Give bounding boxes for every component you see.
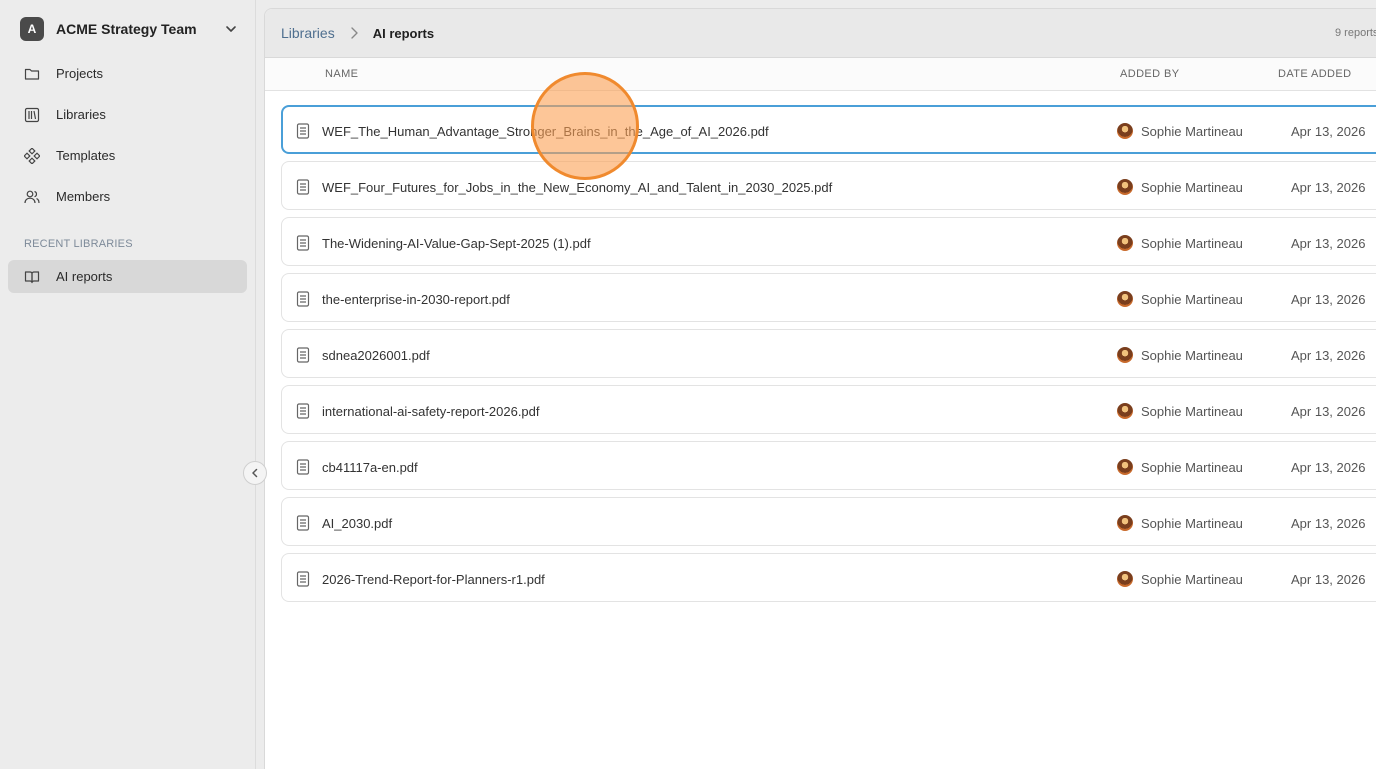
- recent-libraries-heading: RECENT LIBRARIES: [24, 238, 133, 250]
- file-name: cb41117a-en.pdf: [322, 460, 418, 475]
- document-icon: [296, 179, 310, 195]
- avatar: [1117, 403, 1133, 419]
- report-count: 9 reports: [1335, 27, 1376, 39]
- date-added: Apr 13, 2026: [1291, 516, 1366, 531]
- avatar: [1117, 347, 1133, 363]
- book-icon: [24, 269, 40, 285]
- document-icon: [296, 403, 310, 419]
- collapse-sidebar-button[interactable]: [243, 461, 267, 485]
- added-by: Sophie Martineau: [1141, 572, 1243, 587]
- breadcrumb-libraries-link[interactable]: Libraries: [281, 25, 335, 41]
- sidebar-item-label: Libraries: [56, 107, 106, 122]
- file-name: AI_2030.pdf: [322, 516, 393, 531]
- avatar: [1117, 291, 1133, 307]
- avatar: [1117, 235, 1133, 251]
- sidebar-nav: Projects Libraries Templates Members: [8, 53, 247, 217]
- added-by: Sophie Martineau: [1141, 124, 1243, 139]
- avatar: [1117, 459, 1133, 475]
- table-header: NAME ADDED BY DATE ADDED: [265, 58, 1376, 91]
- sidebar-item-label: Projects: [56, 66, 103, 81]
- table-row[interactable]: AI_2030.pdf Sophie Martineau Apr 13, 202…: [281, 497, 1376, 546]
- document-icon: [296, 291, 310, 307]
- avatar: [1117, 515, 1133, 531]
- table-row[interactable]: The-Widening-AI-Value-Gap-Sept-2025 (1).…: [281, 217, 1376, 266]
- table-row[interactable]: WEF_Four_Futures_for_Jobs_in_the_New_Eco…: [281, 161, 1376, 210]
- column-header-date-added[interactable]: DATE ADDED: [1278, 68, 1351, 80]
- date-added: Apr 13, 2026: [1291, 572, 1366, 587]
- added-by: Sophie Martineau: [1141, 180, 1243, 195]
- document-icon: [296, 571, 310, 587]
- date-added: Apr 13, 2026: [1291, 124, 1366, 139]
- column-header-name[interactable]: NAME: [325, 68, 358, 80]
- file-name: WEF_Four_Futures_for_Jobs_in_the_New_Eco…: [322, 180, 833, 195]
- table-row[interactable]: international-ai-safety-report-2026.pdf …: [281, 385, 1376, 434]
- date-added: Apr 13, 2026: [1291, 292, 1366, 307]
- chevron-down-icon[interactable]: [224, 22, 238, 36]
- main-panel: Libraries AI reports 9 reports NAME ADDE…: [264, 8, 1376, 769]
- report-list: WEF_The_Human_Advantage_Stronger_Brains_…: [281, 105, 1376, 609]
- sidebar-item-label: AI reports: [56, 269, 113, 284]
- avatar: [1117, 571, 1133, 587]
- sidebar-item-label: Templates: [56, 148, 116, 163]
- sidebar-item-libraries[interactable]: Libraries: [8, 94, 247, 135]
- library-icon: [24, 107, 40, 123]
- date-added: Apr 13, 2026: [1291, 180, 1366, 195]
- document-icon: [296, 123, 310, 139]
- file-name: sdnea2026001.pdf: [322, 348, 430, 363]
- table-row[interactable]: sdnea2026001.pdf Sophie Martineau Apr 13…: [281, 329, 1376, 378]
- sidebar-item-projects[interactable]: Projects: [8, 53, 247, 94]
- avatar: [1117, 179, 1133, 195]
- file-name: 2026-Trend-Report-for-Planners-r1.pdf: [322, 572, 545, 587]
- templates-icon: [24, 147, 40, 164]
- sidebar-item-label: Members: [56, 189, 111, 204]
- sidebar-item-members[interactable]: Members: [8, 176, 247, 217]
- document-icon: [296, 347, 310, 363]
- sidebar: A ACME Strategy Team Projects Libraries: [0, 0, 256, 769]
- table-row[interactable]: the-enterprise-in-2030-report.pdf Sophie…: [281, 273, 1376, 322]
- date-added: Apr 13, 2026: [1291, 348, 1366, 363]
- table-row[interactable]: cb41117a-en.pdf Sophie Martineau Apr 13,…: [281, 441, 1376, 490]
- file-name: WEF_The_Human_Advantage_Stronger_Brains_…: [322, 124, 769, 139]
- table-row[interactable]: 2026-Trend-Report-for-Planners-r1.pdf So…: [281, 553, 1376, 602]
- column-header-added-by[interactable]: ADDED BY: [1120, 68, 1179, 80]
- members-icon: [24, 189, 40, 205]
- added-by: Sophie Martineau: [1141, 404, 1243, 419]
- table-row[interactable]: WEF_The_Human_Advantage_Stronger_Brains_…: [281, 105, 1376, 154]
- date-added: Apr 13, 2026: [1291, 404, 1366, 419]
- avatar: [1117, 123, 1133, 139]
- chevron-left-icon: [250, 468, 260, 478]
- file-name: The-Widening-AI-Value-Gap-Sept-2025 (1).…: [322, 236, 591, 251]
- topbar: Libraries AI reports 9 reports: [265, 9, 1376, 58]
- app: A ACME Strategy Team Projects Libraries: [0, 0, 1376, 769]
- team-avatar: A: [20, 17, 44, 41]
- document-icon: [296, 459, 310, 475]
- date-added: Apr 13, 2026: [1291, 460, 1366, 475]
- team-name: ACME Strategy Team: [56, 21, 197, 37]
- added-by: Sophie Martineau: [1141, 516, 1243, 531]
- sidebar-item-ai-reports[interactable]: AI reports: [8, 260, 247, 293]
- file-name: international-ai-safety-report-2026.pdf: [322, 404, 540, 419]
- chevron-right-icon: [349, 26, 359, 40]
- added-by: Sophie Martineau: [1141, 292, 1243, 307]
- date-added: Apr 13, 2026: [1291, 236, 1366, 251]
- team-switcher[interactable]: A ACME Strategy Team: [20, 16, 238, 42]
- folder-icon: [24, 66, 40, 82]
- file-name: the-enterprise-in-2030-report.pdf: [322, 292, 510, 307]
- document-icon: [296, 515, 310, 531]
- sidebar-item-templates[interactable]: Templates: [8, 135, 247, 176]
- breadcrumb-current: AI reports: [372, 25, 435, 41]
- added-by: Sophie Martineau: [1141, 460, 1243, 475]
- document-icon: [296, 235, 310, 251]
- added-by: Sophie Martineau: [1141, 236, 1243, 251]
- added-by: Sophie Martineau: [1141, 348, 1243, 363]
